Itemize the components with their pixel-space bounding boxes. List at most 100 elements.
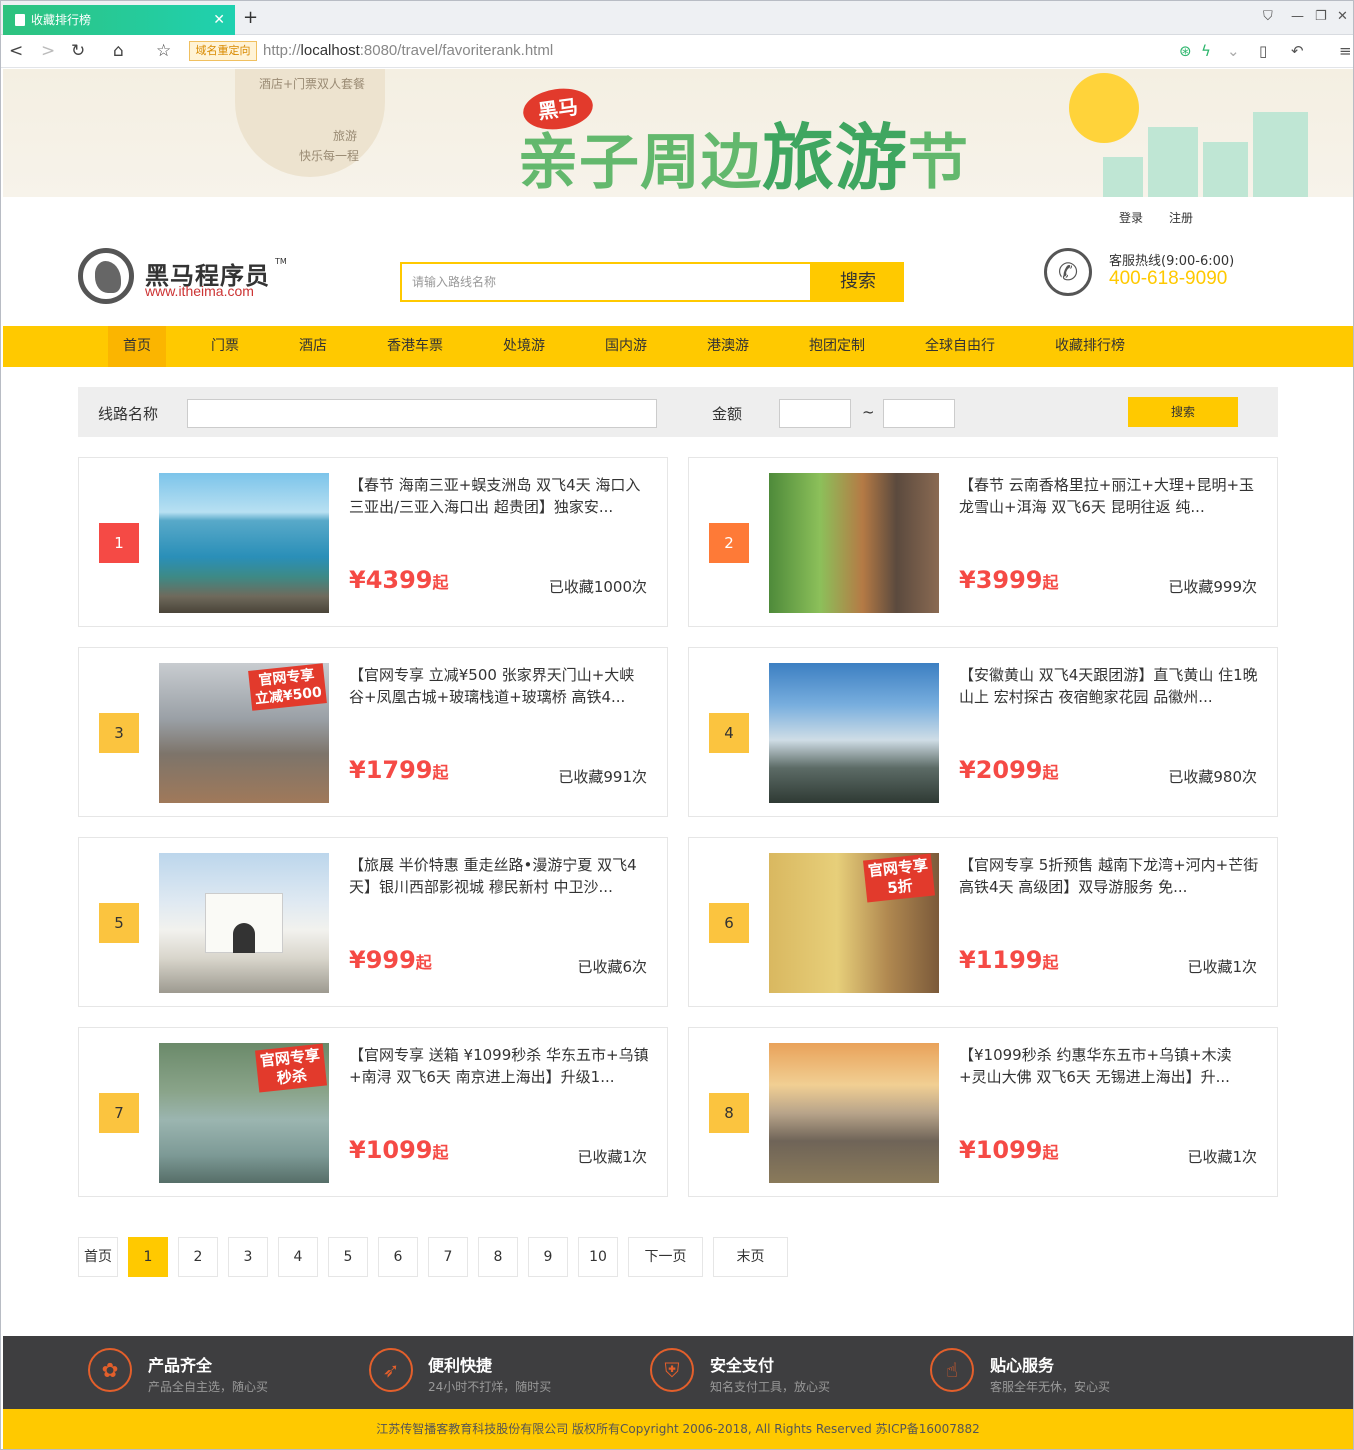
login-link[interactable]: 登录 — [1119, 209, 1143, 226]
page-1[interactable]: 1 — [128, 1237, 168, 1277]
route-title[interactable]: 【春节 云南香格里拉+丽江+大理+昆明+玉龙雪山+洱海 双飞6天 昆明往返 纯.… — [959, 474, 1259, 520]
route-title[interactable]: 【官网专享 立减¥500 张家界天门山+大峡谷+凤凰古城+玻璃栈道+玻璃桥 高铁… — [349, 664, 649, 710]
rank-badge: 3 — [99, 713, 139, 753]
logo-icon[interactable] — [78, 248, 134, 304]
price-suffix: 起 — [1042, 763, 1059, 782]
route-title[interactable]: 【官网专享 送箱 ¥1099秒杀 华东五市+乌镇+南浔 双飞6天 南京进上海出】… — [349, 1044, 649, 1090]
page-10[interactable]: 10 — [578, 1237, 618, 1277]
route-title[interactable]: 【春节 海南三亚+蜈支洲岛 双飞4天 海口入三亚出/三亚入海口出 超贵团】独家安… — [349, 474, 649, 520]
price-suffix: 起 — [1042, 1143, 1059, 1162]
route-thumbnail[interactable]: 官网专享 立减¥500 — [159, 663, 329, 803]
lightning-icon[interactable]: ϟ — [1201, 42, 1211, 60]
route-thumbnail[interactable]: 官网专享 秒杀 — [159, 1043, 329, 1183]
filter-search-button[interactable]: 搜索 — [1128, 397, 1238, 427]
route-price: ¥2099起 — [959, 756, 1059, 784]
route-card[interactable]: 1 【春节 海南三亚+蜈支洲岛 双飞4天 海口入三亚出/三亚入海口出 超贵团】独… — [78, 457, 668, 627]
price-suffix: 起 — [415, 953, 432, 972]
page-first[interactable]: 首页 — [78, 1237, 118, 1277]
page-8[interactable]: 8 — [478, 1237, 518, 1277]
building-illustration — [1103, 157, 1143, 197]
security-icon[interactable]: ⊛ — [1179, 42, 1192, 60]
nav-tickets[interactable]: 门票 — [211, 326, 239, 367]
minimize-icon[interactable]: — — [1291, 9, 1304, 24]
feature-sub: 产品全自主选，随心买 — [148, 1380, 269, 1394]
rank-badge: 5 — [99, 903, 139, 943]
close-window-icon[interactable]: ✕ — [1337, 9, 1348, 24]
new-tab-button[interactable]: + — [243, 5, 258, 31]
route-thumbnail[interactable] — [159, 853, 329, 993]
nav-hk-macau[interactable]: 港澳游 — [707, 326, 749, 367]
promo-stamp: 官网专享 秒杀 — [254, 1043, 328, 1093]
building-illustration — [1253, 112, 1308, 197]
redirect-badge[interactable]: 域名重定向 — [189, 41, 257, 61]
url-field[interactable]: http://localhost:8080/travel/favoriteran… — [263, 42, 553, 59]
route-thumbnail[interactable] — [159, 473, 329, 613]
collect-count: 已收藏980次 — [1168, 768, 1257, 786]
page-9[interactable]: 9 — [528, 1237, 568, 1277]
route-card[interactable]: 4 【安徽黄山 双飞4天跟团游】直飞黄山 住1晚山上 宏村探古 夜宿鲍家花园 品… — [688, 647, 1278, 817]
route-thumbnail[interactable] — [769, 1043, 939, 1183]
route-title[interactable]: 【旅展 半价特惠 重走丝路•漫游宁夏 双飞4天】银川西部影视城 穆民新村 中卫沙… — [349, 854, 649, 900]
route-thumbnail[interactable] — [769, 473, 939, 613]
nav-outbound[interactable]: 处境游 — [503, 326, 545, 367]
close-tab-icon[interactable]: ✕ — [213, 5, 225, 35]
page-next[interactable]: 下一页 — [628, 1237, 703, 1277]
sun-illustration — [1069, 73, 1139, 143]
dropdown-icon[interactable]: ⌄ — [1227, 42, 1240, 60]
nav-hk-bus[interactable]: 香港车票 — [387, 326, 443, 367]
rank-badge: 2 — [709, 523, 749, 563]
route-title[interactable]: 【官网专享 5折预售 越南下龙湾+河内+芒街 高铁4天 高级团】双导游服务 免.… — [959, 854, 1259, 900]
min-amount-input[interactable] — [779, 399, 851, 428]
nav-favorite-rank[interactable]: 收藏排行榜 — [1055, 326, 1125, 367]
footer-features: ✿ 产品齐全 产品全自主选，随心买 ➶ 便利快捷 24小时不打烊，随时买 ⛨ 安… — [3, 1336, 1353, 1409]
max-amount-input[interactable] — [883, 399, 955, 428]
page-5[interactable]: 5 — [328, 1237, 368, 1277]
promo-banner[interactable]: 酒店+门票双人套餐 旅游 快乐每一程 亲子周边旅游节 黑马 — [3, 69, 1353, 197]
feature-title: 安全支付 — [710, 1356, 775, 1375]
page-4[interactable]: 4 — [278, 1237, 318, 1277]
nav-group-custom[interactable]: 抱团定制 — [809, 326, 865, 367]
tab-favoriterank[interactable]: 收藏排行榜 ✕ — [3, 5, 235, 35]
route-card[interactable]: 7 官网专享 秒杀 【官网专享 送箱 ¥1099秒杀 华东五市+乌镇+南浔 双飞6… — [78, 1027, 668, 1197]
menu-icon[interactable]: ≡ — [1339, 42, 1352, 60]
logo-url[interactable]: www.itheima.com — [145, 283, 254, 299]
route-card[interactable]: 5 【旅展 半价特惠 重走丝路•漫游宁夏 双飞4天】银川西部影视城 穆民新村 中… — [78, 837, 668, 1007]
nav-global-free[interactable]: 全球自由行 — [925, 326, 995, 367]
page-3[interactable]: 3 — [228, 1237, 268, 1277]
reload-icon[interactable]: ↻ — [71, 40, 85, 62]
restore-icon[interactable]: ❐ — [1315, 9, 1327, 24]
device-icon[interactable]: ▯ — [1259, 42, 1267, 60]
route-card[interactable]: 6 官网专享 5折 【官网专享 5折预售 越南下龙湾+河内+芒街 高铁4天 高级团… — [688, 837, 1278, 1007]
route-title[interactable]: 【¥1099秒杀 约惠华东五市+乌镇+木渎+灵山大佛 双飞6天 无锡进上海出】升… — [959, 1044, 1259, 1090]
nav-hotel[interactable]: 酒店 — [299, 326, 327, 367]
search-button[interactable]: 搜索 — [812, 262, 904, 302]
page-2[interactable]: 2 — [178, 1237, 218, 1277]
filter-bar: 线路名称 金额 ~ 搜索 — [78, 387, 1278, 437]
page-6[interactable]: 6 — [378, 1237, 418, 1277]
undo-icon[interactable]: ↶ — [1291, 42, 1304, 60]
collect-count: 已收藏1次 — [577, 1148, 647, 1166]
nav-domestic[interactable]: 国内游 — [605, 326, 647, 367]
route-card[interactable]: 8 【¥1099秒杀 约惠华东五市+乌镇+木渎+灵山大佛 双飞6天 无锡进上海出… — [688, 1027, 1278, 1197]
page-last[interactable]: 末页 — [713, 1237, 788, 1277]
bookmark-star-icon[interactable]: ☆ — [156, 40, 171, 62]
route-name-input[interactable] — [187, 399, 657, 428]
forward-icon[interactable]: > — [41, 40, 55, 62]
route-thumbnail[interactable]: 官网专享 5折 — [769, 853, 939, 993]
route-thumbnail[interactable] — [769, 663, 939, 803]
route-title[interactable]: 【安徽黄山 双飞4天跟团游】直飞黄山 住1晚山上 宏村探古 夜宿鲍家花园 品徽州… — [959, 664, 1259, 710]
route-card[interactable]: 2 【春节 云南香格里拉+丽江+大理+昆明+玉龙雪山+洱海 双飞6天 昆明往返 … — [688, 457, 1278, 627]
collect-count: 已收藏1次 — [1187, 958, 1257, 976]
register-link[interactable]: 注册 — [1169, 209, 1193, 226]
price-value: ¥1799 — [349, 756, 433, 784]
rocket-icon: ➶ — [369, 1348, 413, 1392]
banner-title-b: 旅游 — [762, 116, 909, 197]
shirt-icon[interactable]: ⛉ — [1263, 9, 1273, 24]
home-icon[interactable]: ⌂ — [113, 40, 124, 62]
back-icon[interactable]: < — [9, 40, 23, 62]
search-input[interactable]: 请输入路线名称 — [400, 262, 812, 302]
nav-home[interactable]: 首页 — [108, 326, 166, 367]
page-7[interactable]: 7 — [428, 1237, 468, 1277]
route-card[interactable]: 3 官网专享 立减¥500 【官网专享 立减¥500 张家界天门山+大峡谷+凤凰古… — [78, 647, 668, 817]
tab-title: 收藏排行榜 — [31, 13, 92, 27]
